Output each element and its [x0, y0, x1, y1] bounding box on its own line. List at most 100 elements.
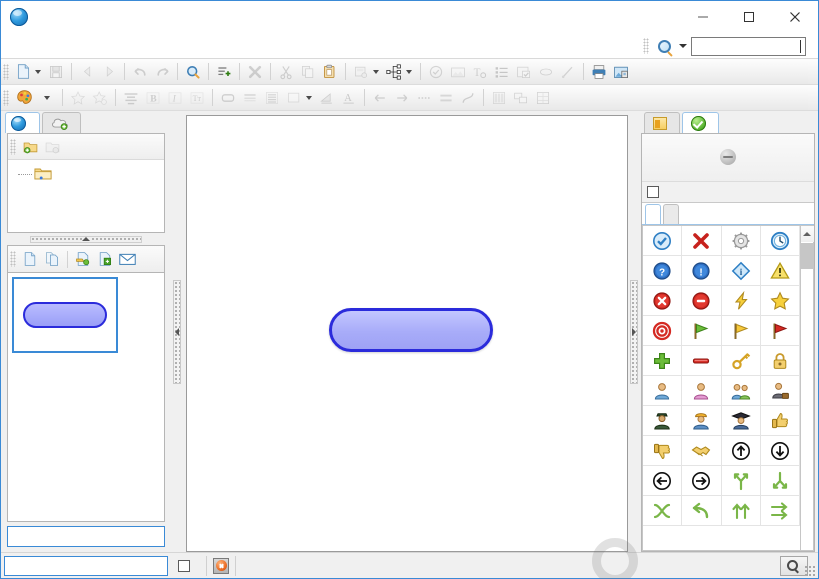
- menu-view[interactable]: [81, 44, 95, 48]
- menu-edit[interactable]: [25, 44, 39, 48]
- add-favorite-button[interactable]: [89, 87, 111, 109]
- minimize-button[interactable]: [680, 1, 726, 33]
- dotted-line-button[interactable]: [413, 87, 435, 109]
- scroll-up-button[interactable]: [800, 226, 814, 242]
- checklist-button[interactable]: [513, 61, 535, 83]
- redo-button[interactable]: [151, 61, 173, 83]
- tab-note[interactable]: [644, 112, 680, 133]
- align-text-button[interactable]: [120, 87, 142, 109]
- font-size-button[interactable]: Tт: [186, 87, 208, 109]
- tab-icon[interactable]: [682, 112, 719, 133]
- list-button[interactable]: [491, 61, 513, 83]
- mail-button[interactable]: [116, 248, 138, 270]
- copy-button[interactable]: [297, 61, 319, 83]
- layout-chevron-down-icon[interactable]: [373, 69, 379, 74]
- icon-cell[interactable]: [760, 286, 800, 316]
- icon-cell[interactable]: [643, 496, 683, 526]
- scrollbar-thumb[interactable]: [801, 243, 813, 269]
- icon-cell[interactable]: [643, 226, 683, 256]
- table-button[interactable]: [532, 87, 554, 109]
- icon-cell[interactable]: [682, 436, 722, 466]
- new-map-button[interactable]: [19, 248, 41, 270]
- back-button[interactable]: [76, 61, 98, 83]
- export-image-button[interactable]: [610, 61, 632, 83]
- delete-folder-button[interactable]: [41, 136, 63, 158]
- menu-mind-map[interactable]: [11, 44, 25, 48]
- fill-color-chevron-down-icon[interactable]: [306, 95, 312, 100]
- fill-color-button[interactable]: [283, 87, 305, 109]
- undo-button[interactable]: [129, 61, 151, 83]
- read-only-checkbox[interactable]: [178, 559, 190, 572]
- image-button[interactable]: [447, 61, 469, 83]
- shape-button[interactable]: [217, 87, 239, 109]
- new-folder-button[interactable]: [19, 136, 41, 158]
- new-document-button[interactable]: [12, 61, 34, 83]
- checkbox-button[interactable]: [425, 61, 447, 83]
- autolayout-chevron-down-icon[interactable]: [406, 69, 412, 74]
- save-button[interactable]: [45, 61, 67, 83]
- menu-zoom[interactable]: [67, 44, 81, 48]
- icon-cell[interactable]: [682, 226, 722, 256]
- paste-button[interactable]: [319, 61, 341, 83]
- arrow-right-button[interactable]: [391, 87, 413, 109]
- tab-custom-icons[interactable]: [663, 204, 679, 224]
- icon-cell[interactable]: [682, 316, 722, 346]
- file-list-item[interactable]: [8, 273, 164, 357]
- font-color-button[interactable]: A: [338, 87, 360, 109]
- duplicate-button[interactable]: [41, 248, 63, 270]
- icon-cell[interactable]: [721, 376, 761, 406]
- tree-item-mind-maps[interactable]: [34, 166, 160, 181]
- icon-cell[interactable]: i: [721, 256, 761, 286]
- fill-style-button[interactable]: [261, 87, 283, 109]
- favorite-style-button[interactable]: [67, 87, 89, 109]
- mindmap-canvas[interactable]: [186, 115, 628, 552]
- cut-button[interactable]: [275, 61, 297, 83]
- icon-cell[interactable]: [643, 346, 683, 376]
- stylesheet-button[interactable]: [12, 87, 58, 109]
- stylesheet-chevron-down-icon[interactable]: [44, 95, 50, 100]
- left-vertical-splitter[interactable]: [171, 111, 182, 552]
- icon-cell[interactable]: [721, 466, 761, 496]
- layout-button[interactable]: [350, 61, 372, 83]
- main-toolbar-overflow[interactable]: [808, 59, 818, 84]
- delete-button[interactable]: [244, 61, 266, 83]
- icon-cell[interactable]: [760, 496, 800, 526]
- icon-cell[interactable]: [760, 466, 800, 496]
- export-button[interactable]: [94, 248, 116, 270]
- style-toolbar-overflow[interactable]: [808, 85, 818, 110]
- icon-cell[interactable]: [721, 406, 761, 436]
- italic-button[interactable]: I: [164, 87, 186, 109]
- icon-cell[interactable]: [643, 436, 683, 466]
- border-color-button[interactable]: [316, 87, 338, 109]
- read-only-toggle[interactable]: [168, 559, 206, 572]
- right-vertical-splitter[interactable]: [628, 111, 639, 552]
- icon-grid[interactable]: ? ! i: [642, 225, 800, 551]
- apply-to-branch-checkbox[interactable]: [647, 186, 659, 198]
- zoom-button[interactable]: [182, 61, 204, 83]
- icon-cell[interactable]: [721, 286, 761, 316]
- menu-visual-style[interactable]: [53, 44, 67, 48]
- icon-cell[interactable]: [643, 406, 683, 436]
- menu-simplemind[interactable]: [95, 44, 109, 48]
- icon-cell[interactable]: [721, 346, 761, 376]
- maximize-button[interactable]: [726, 1, 772, 33]
- text-button[interactable]: T: [469, 61, 491, 83]
- clear-icon-button[interactable]: [642, 134, 814, 182]
- arrow-left-button[interactable]: [369, 87, 391, 109]
- callout-button[interactable]: [535, 61, 557, 83]
- icon-cell[interactable]: [682, 466, 722, 496]
- icon-cell[interactable]: [682, 346, 722, 376]
- icon-cell[interactable]: [643, 286, 683, 316]
- tab-cloud[interactable]: [42, 112, 81, 133]
- window-resize-grip[interactable]: [804, 565, 816, 577]
- autolayout-button[interactable]: [383, 61, 405, 83]
- icon-cell[interactable]: [682, 286, 722, 316]
- file-thumbnail[interactable]: [12, 277, 118, 353]
- apply-to-branch-row[interactable]: [642, 182, 814, 203]
- connector-button[interactable]: [557, 61, 579, 83]
- icon-cell[interactable]: !: [682, 256, 722, 286]
- icon-cell[interactable]: [643, 316, 683, 346]
- icon-cell[interactable]: [760, 256, 800, 286]
- menu-topic[interactable]: [39, 44, 53, 48]
- icon-cell[interactable]: [643, 466, 683, 496]
